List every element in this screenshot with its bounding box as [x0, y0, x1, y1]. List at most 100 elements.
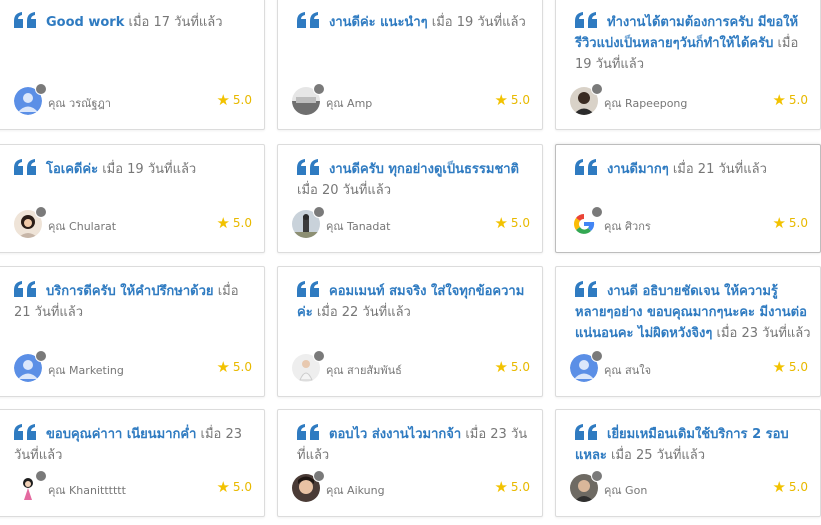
review-text: ขอบคุณค่าาา เนียนมากค่ำ เมื่อ 23 วันที่แ…	[14, 424, 256, 466]
review-title: งานดีครับ ทุกอย่างดูเป็นธรรมชาติ	[329, 162, 520, 177]
status-dot	[591, 350, 603, 362]
quote-icon	[297, 281, 319, 297]
review-time: เมื่อ 19 วันที่แล้ว	[102, 162, 197, 177]
review-card: ตอบไว ส่งงานไวมากจ้า เมื่อ 23 วันที่แล้ว…	[277, 409, 543, 517]
review-card: งานดีค่ะ แนะนำๆ เมื่อ 19 วันที่แล้ว คุณ …	[277, 0, 543, 130]
review-footer: คุณ Gon ★ 5.0	[570, 470, 808, 506]
review-title: ขอบคุณค่าาา เนียนมากค่ำ	[46, 427, 197, 442]
status-dot	[591, 470, 603, 482]
review-text: Good work เมื่อ 17 วันที่แล้ว	[14, 12, 256, 33]
rating-value: 5.0	[510, 360, 530, 374]
rating: ★ 5.0	[772, 214, 808, 232]
status-dot	[35, 350, 47, 362]
review-footer: คุณ วรณัฐฎา ★ 5.0	[14, 83, 252, 119]
star-icon: ★	[772, 478, 786, 496]
rating: ★ 5.0	[216, 214, 252, 232]
rating: ★ 5.0	[494, 358, 530, 376]
quote-icon	[575, 281, 597, 297]
star-icon: ★	[494, 214, 508, 232]
quote-icon	[14, 159, 36, 175]
review-footer: คุณ Amp ★ 5.0	[292, 83, 530, 119]
reviewer-name: คุณ ศิวกร	[604, 220, 651, 233]
rating-value: 5.0	[788, 360, 808, 374]
status-dot	[35, 206, 47, 218]
star-icon: ★	[772, 358, 786, 376]
rating-value: 5.0	[232, 93, 252, 107]
rating: ★ 5.0	[494, 478, 530, 496]
review-title: Good work	[46, 15, 125, 30]
star-icon: ★	[772, 91, 786, 109]
star-icon: ★	[772, 214, 786, 232]
rating-value: 5.0	[232, 216, 252, 230]
review-footer: คุณ สนใจ ★ 5.0	[570, 350, 808, 386]
rating: ★ 5.0	[772, 478, 808, 496]
review-footer: คุณ Marketing ★ 5.0	[14, 350, 252, 386]
star-icon: ★	[216, 478, 230, 496]
status-dot	[35, 83, 47, 95]
review-text: ตอบไว ส่งงานไวมากจ้า เมื่อ 23 วันที่แล้ว	[297, 424, 534, 466]
rating-value: 5.0	[232, 360, 252, 374]
review-time: เมื่อ 17 วันที่แล้ว	[128, 15, 223, 30]
review-card: ทำงานได้ตามต้องการครับ มีขอให้รีวิวแบ่งเ…	[555, 0, 821, 130]
review-text: ทำงานได้ตามต้องการครับ มีขอให้รีวิวแบ่งเ…	[575, 12, 812, 75]
status-dot	[313, 83, 325, 95]
review-card: งานดีมากๆ เมื่อ 21 วันที่แล้ว คุณ ศิวกร …	[555, 144, 821, 253]
status-dot	[313, 350, 325, 362]
quote-icon	[297, 159, 319, 175]
review-footer: คุณ Aikung ★ 5.0	[292, 470, 530, 506]
review-time: เมื่อ 22 วันที่แล้ว	[316, 305, 411, 320]
status-dot	[313, 206, 325, 218]
status-dot	[313, 470, 325, 482]
reviewer-name: คุณ สายสัมพันธ์	[326, 364, 402, 377]
review-time: เมื่อ 20 วันที่แล้ว	[297, 183, 392, 198]
star-icon: ★	[216, 358, 230, 376]
status-dot	[591, 83, 603, 95]
review-footer: คุณ Rapeepong ★ 5.0	[570, 83, 808, 119]
review-footer: คุณ Chularat ★ 5.0	[14, 206, 252, 242]
review-card: เยี่ยมเหมือนเดิมใช้บริการ 2 รอบแหละ เมื่…	[555, 409, 821, 517]
rating: ★ 5.0	[494, 214, 530, 232]
star-icon: ★	[494, 358, 508, 376]
rating-value: 5.0	[788, 480, 808, 494]
star-icon: ★	[216, 91, 230, 109]
rating-value: 5.0	[232, 480, 252, 494]
review-card: Good work เมื่อ 17 วันที่แล้ว คุณ วรณัฐฎ…	[0, 0, 265, 130]
rating: ★ 5.0	[216, 91, 252, 109]
rating: ★ 5.0	[772, 358, 808, 376]
status-dot	[591, 206, 603, 218]
review-title: งานดีมากๆ	[607, 162, 669, 177]
quote-icon	[14, 424, 36, 440]
rating-value: 5.0	[788, 93, 808, 107]
rating-value: 5.0	[788, 216, 808, 230]
quote-icon	[14, 281, 36, 297]
reviewer-name: คุณ Aikung	[326, 484, 385, 497]
quote-icon	[297, 12, 319, 28]
reviewer-name: คุณ Tanadat	[326, 220, 391, 233]
reviewer-name: คุณ Rapeepong	[604, 97, 688, 110]
review-text: งานดีครับ ทุกอย่างดูเป็นธรรมชาติ เมื่อ 2…	[297, 159, 534, 201]
rating: ★ 5.0	[772, 91, 808, 109]
review-title: โอเคดีค่ะ	[46, 162, 99, 177]
reviewer-name: คุณ Marketing	[48, 364, 124, 377]
review-title: ตอบไว ส่งงานไวมากจ้า	[329, 427, 462, 442]
quote-icon	[575, 159, 597, 175]
status-dot	[35, 470, 47, 482]
quote-icon	[575, 424, 597, 440]
review-time: เมื่อ 25 วันที่แล้ว	[611, 448, 706, 463]
review-title: งานดีค่ะ แนะนำๆ	[329, 15, 428, 30]
quote-icon	[14, 12, 36, 28]
reviewer-name: คุณ Amp	[326, 97, 373, 110]
review-text: งานดี อธิบายชัดเจน ให้ความรู้หลายๆอย่าง …	[575, 281, 812, 344]
review-time: เมื่อ 23 วันที่แล้ว	[716, 326, 811, 341]
review-footer: คุณ สายสัมพันธ์ ★ 5.0	[292, 350, 530, 386]
star-icon: ★	[494, 91, 508, 109]
review-footer: คุณ ศิวกร ★ 5.0	[570, 206, 808, 242]
rating: ★ 5.0	[216, 358, 252, 376]
review-text: งานดีมากๆ เมื่อ 21 วันที่แล้ว	[575, 159, 812, 180]
rating-value: 5.0	[510, 216, 530, 230]
reviewer-name: คุณ Khanitttttt	[48, 484, 126, 497]
reviewer-name: คุณ วรณัฐฎา	[48, 97, 111, 110]
rating-value: 5.0	[510, 480, 530, 494]
reviewer-name: คุณ Chularat	[48, 220, 117, 233]
review-text: บริการดีครับ ให้คำปรึกษาด้วย เมื่อ 21 วั…	[14, 281, 256, 323]
